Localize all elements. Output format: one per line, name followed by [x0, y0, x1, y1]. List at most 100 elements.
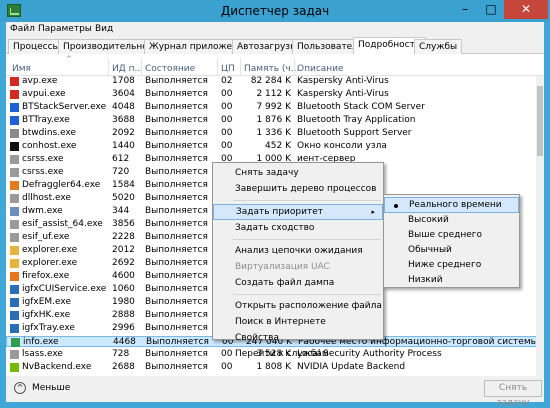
context-menu-item[interactable]: Открыть расположение файла: [213, 298, 383, 314]
process-pid: 1708: [112, 76, 135, 86]
process-pid: 4048: [112, 102, 135, 112]
process-pid: 2092: [112, 128, 135, 138]
end-task-button[interactable]: Снять задачу: [484, 380, 542, 408]
process-memory: 452 K: [265, 141, 291, 151]
priority-option[interactable]: Реального времени: [384, 197, 519, 213]
process-name: info.exe: [23, 337, 59, 347]
tab-processes[interactable]: Процессы: [8, 39, 65, 54]
process-status: Выполняется: [145, 141, 208, 151]
vertical-scrollbar[interactable]: [536, 76, 544, 376]
process-status: Выполняется: [145, 167, 208, 177]
close-button[interactable]: ✕: [504, 0, 548, 19]
context-menu-item[interactable]: Задать сходство: [213, 220, 383, 236]
collapse-icon[interactable]: ^: [14, 382, 26, 394]
process-name: avp.exe: [22, 76, 58, 86]
column-memory[interactable]: Память (ч...: [244, 64, 299, 74]
column-description[interactable]: Описание: [297, 64, 344, 74]
process-name: dllhost.exe: [22, 193, 71, 203]
column-name[interactable]: Имя: [12, 64, 31, 74]
menu-item-label: Виртуализация UAC: [235, 262, 330, 272]
context-menu-item[interactable]: Завершить дерево процессов: [213, 181, 383, 197]
table-row[interactable]: avp.exe 1708 Выполняется 02 82 284 K Kaspersk…: [6, 76, 544, 87]
process-memory: 1 876 K: [256, 115, 291, 125]
table-row[interactable]: BTStackServer.exe 4048 Выполняется 00 7 992 …: [6, 102, 544, 113]
process-status: Выполняется: [145, 284, 208, 294]
nvidia-icon: [10, 363, 19, 372]
process-name: esif_uf.exe: [22, 232, 70, 242]
app-icon: [10, 168, 19, 177]
menu-file[interactable]: Файл: [10, 24, 35, 34]
priority-option[interactable]: Обычный: [384, 242, 519, 258]
table-row[interactable]: NvBackend.exe 2688 Выполняется 00 1 808 K NVI…: [6, 362, 544, 373]
context-menu-item[interactable]: Свойства: [213, 330, 383, 346]
menu-separator: [233, 200, 381, 201]
column-divider[interactable]: [141, 58, 142, 76]
submenu-arrow-icon: ▸: [371, 208, 375, 216]
firefox-icon: [10, 272, 19, 281]
tab-services[interactable]: Службы: [414, 39, 463, 54]
process-status: Выполняется: [145, 258, 208, 268]
list-header: ^ Имя ИД п... Состояние ЦП Память (ч... …: [6, 54, 544, 76]
app-icon: [10, 155, 19, 164]
app-icon: [10, 233, 19, 242]
defraggler-icon: [10, 181, 19, 190]
process-pid: 720: [112, 167, 130, 177]
column-divider[interactable]: [294, 58, 295, 76]
process-pid: 612: [112, 154, 130, 164]
table-row[interactable]: avpui.exe 3604 Выполняется 00 2 112 K Kaspers…: [6, 89, 544, 100]
process-memory: 82 284 K: [250, 76, 291, 86]
context-menu-item[interactable]: Задать приоритет ▸: [213, 204, 383, 220]
menu-view[interactable]: Вид: [95, 24, 113, 34]
context-menu-item[interactable]: Перейти к службам: [213, 346, 383, 362]
column-divider[interactable]: [108, 58, 109, 76]
process-name: firefox.exe: [22, 271, 70, 281]
priority-option[interactable]: Ниже среднего: [384, 257, 519, 273]
process-pid: 1060: [112, 284, 135, 294]
scrollbar-thumb[interactable]: [537, 86, 543, 156]
app-icon: [10, 220, 19, 229]
context-menu-item[interactable]: Анализ цепочки ожидания: [213, 243, 383, 259]
table-row[interactable]: btwdins.exe 2092 Выполняется 00 1 336 K Bluet…: [6, 128, 544, 139]
menu-item-label: Открыть расположение файла: [235, 301, 382, 311]
column-divider[interactable]: [240, 58, 241, 76]
app-icon: [10, 129, 19, 138]
process-name: csrss.exe: [22, 154, 64, 164]
process-name: lsass.exe: [22, 349, 63, 359]
process-status: Выполняется: [145, 154, 208, 164]
maximize-button[interactable]: □: [478, 0, 504, 19]
column-status[interactable]: Состояние: [145, 64, 195, 74]
menu-options[interactable]: Параметры: [38, 24, 92, 34]
process-pid: 2688: [112, 362, 135, 372]
process-pid: 2996: [112, 323, 135, 333]
context-menu-item[interactable]: Поиск в Интернете: [213, 314, 383, 330]
process-name: igfxHK.exe: [22, 310, 71, 320]
explorer-icon: [10, 259, 19, 268]
process-cpu: 00: [221, 115, 233, 125]
table-row[interactable]: conhost.exe 1440 Выполняется 00 452 K Окно ко…: [6, 141, 544, 152]
context-menu: Снять задачу Завершить дерево процессов За…: [212, 162, 384, 359]
column-cpu[interactable]: ЦП: [221, 64, 235, 74]
app-icon: [10, 207, 19, 216]
priority-option[interactable]: Низкий: [384, 272, 519, 288]
process-name: avpui.exe: [22, 89, 66, 99]
process-name: NvBackend.exe: [22, 362, 92, 372]
context-menu-item[interactable]: Создать файл дампа: [213, 275, 383, 291]
menu-item-label: Завершить дерево процессов: [235, 184, 377, 194]
table-row[interactable]: BTTray.exe 3688 Выполняется 00 1 876 K Blueto…: [6, 115, 544, 126]
minimize-button[interactable]: –: [452, 0, 478, 19]
context-menu-item: Виртуализация UAC: [213, 259, 383, 275]
title-bar[interactable]: Диспетчер задач – □ ✕: [0, 0, 550, 22]
priority-option[interactable]: Высокий: [384, 212, 519, 228]
process-name: BTTray.exe: [22, 115, 70, 125]
priority-label: Реального времени: [409, 200, 502, 210]
priority-option[interactable]: Выше среднего: [384, 227, 519, 243]
process-pid: 1980: [112, 297, 135, 307]
column-divider[interactable]: [217, 58, 218, 76]
column-pid[interactable]: ИД п...: [112, 64, 143, 74]
context-menu-item[interactable]: Снять задачу: [213, 165, 383, 181]
process-pid: 1584: [112, 180, 135, 190]
priority-label: Выше среднего: [408, 230, 482, 240]
fewer-details-link[interactable]: Меньше: [32, 383, 70, 393]
process-status: Выполняется: [145, 89, 208, 99]
app-icon: [10, 350, 19, 359]
